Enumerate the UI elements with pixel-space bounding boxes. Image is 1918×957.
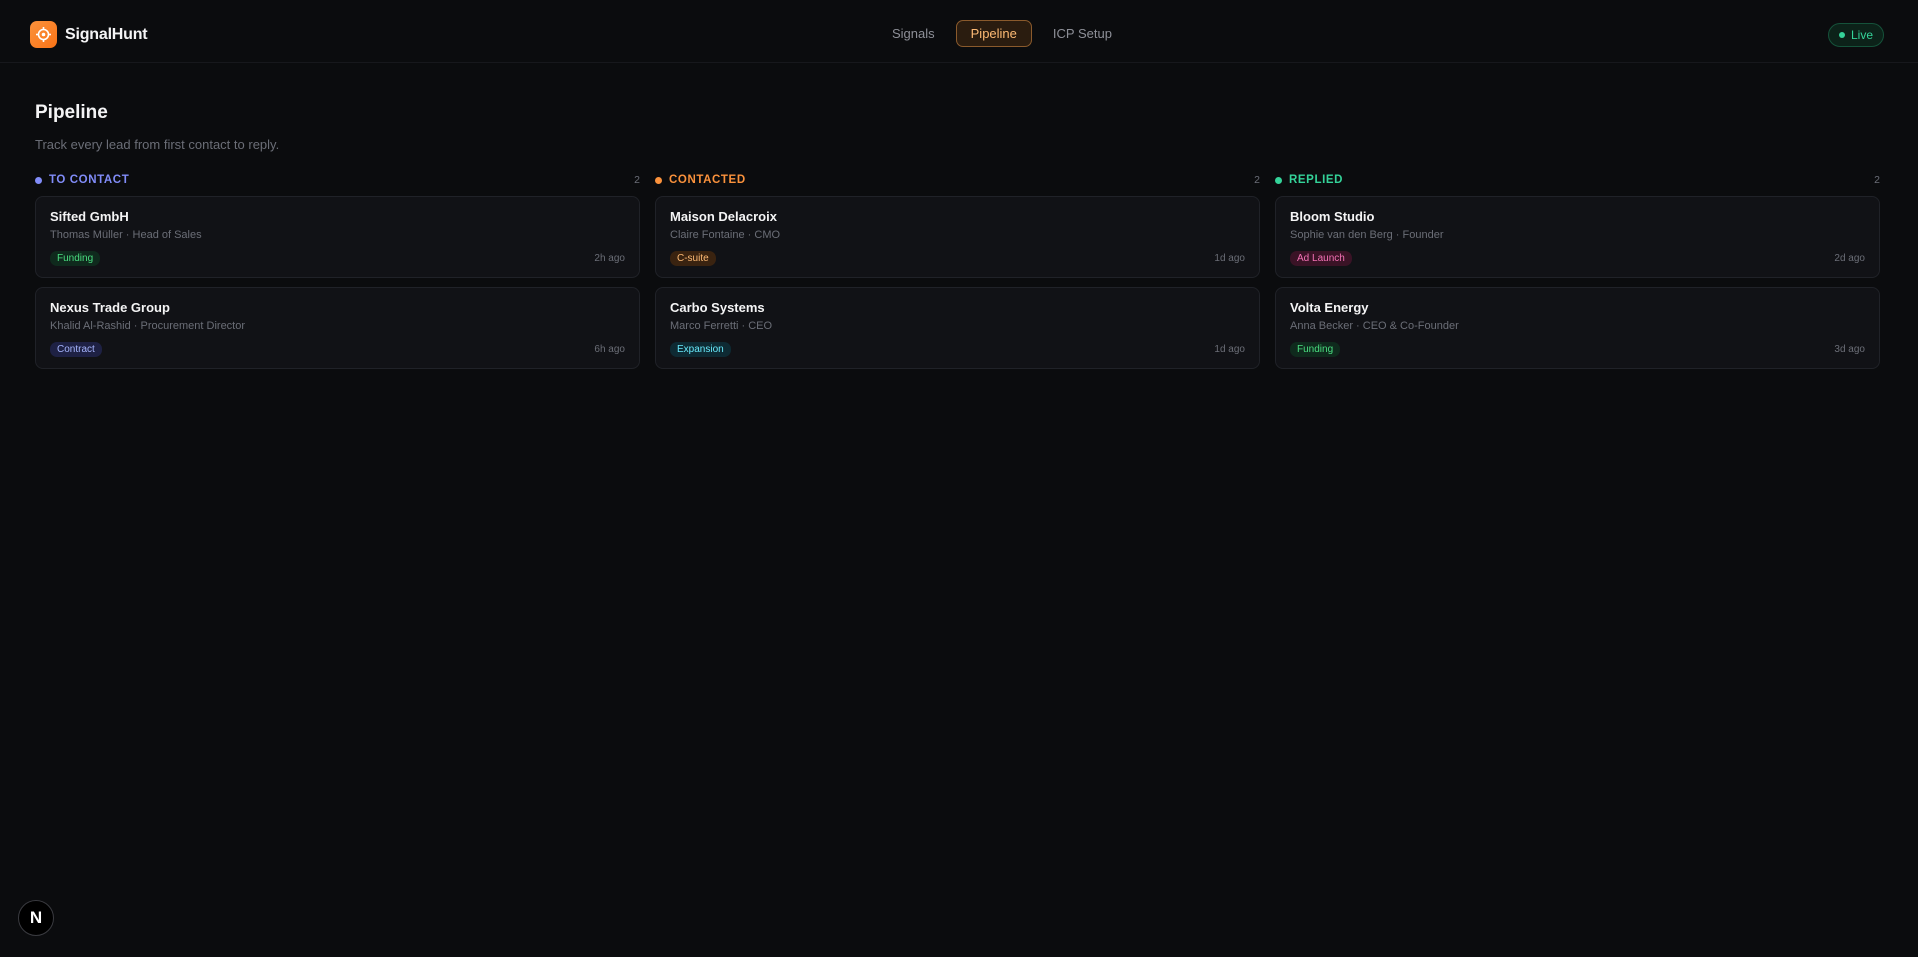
column-count: 2 [1254, 174, 1260, 186]
signal-target-icon [30, 21, 57, 48]
lead-card[interactable]: Sifted GmbH Thomas Müller · Head of Sale… [35, 196, 640, 278]
lead-card[interactable]: Carbo Systems Marco Ferretti · CEO Expan… [655, 287, 1260, 369]
brand[interactable]: SignalHunt [30, 21, 148, 48]
lead-time: 1d ago [1214, 344, 1245, 355]
lead-contact: Anna Becker · CEO & Co-Founder [1290, 320, 1459, 332]
column-count: 2 [634, 174, 640, 186]
tab-signals[interactable]: Signals [877, 20, 950, 47]
lead-company: Maison Delacroix [670, 209, 777, 224]
lead-company: Carbo Systems [670, 300, 765, 315]
page-subtitle: Track every lead from first contact to r… [35, 137, 280, 152]
lead-time: 6h ago [594, 344, 625, 355]
lead-card[interactable]: Volta Energy Anna Becker · CEO & Co-Foun… [1275, 287, 1880, 369]
page-title: Pipeline [35, 102, 108, 123]
lead-time: 3d ago [1834, 344, 1865, 355]
lead-company: Volta Energy [1290, 300, 1369, 315]
lead-contact: Marco Ferretti · CEO [670, 320, 773, 332]
tab-icp-setup[interactable]: ICP Setup [1038, 20, 1127, 47]
signal-tag: Contract [50, 342, 102, 357]
column-replied: REPLIED 2 Bloom Studio Sophie van den Be… [1275, 174, 1880, 378]
column-header: REPLIED 2 [1275, 174, 1880, 186]
signal-tag: Funding [1290, 342, 1341, 357]
column-contacted: CONTACTED 2 Maison Delacroix Claire Font… [655, 174, 1260, 378]
column-count: 2 [1874, 174, 1880, 186]
live-status-label: Live [1850, 28, 1873, 42]
lead-card[interactable]: Bloom Studio Sophie van den Berg · Found… [1275, 196, 1880, 278]
column-dot-icon [35, 176, 42, 184]
lead-time: 2d ago [1834, 253, 1865, 264]
lead-contact: Khalid Al-Rashid · Procurement Director [50, 320, 246, 332]
column-to-contact: TO CONTACT 2 Sifted GmbH Thomas Müller ·… [35, 174, 640, 378]
column-title: TO CONTACT [49, 174, 130, 186]
top-bar: SignalHunt Signals Pipeline ICP Setup Li… [0, 0, 1918, 63]
lead-card[interactable]: Maison Delacroix Claire Fontaine · CMO C… [655, 196, 1260, 278]
lead-time: 2h ago [594, 253, 625, 264]
lead-contact: Thomas Müller · Head of Sales [50, 229, 202, 241]
signal-tag: Expansion [670, 342, 731, 357]
column-header: CONTACTED 2 [655, 174, 1260, 186]
column-dot-icon [1275, 176, 1282, 184]
pipeline-board: TO CONTACT 2 Sifted GmbH Thomas Müller ·… [35, 174, 1880, 378]
nextjs-dev-badge[interactable]: N [18, 900, 54, 936]
main-nav: Signals Pipeline ICP Setup [877, 20, 1127, 47]
live-dot-icon [1838, 32, 1845, 38]
lead-company: Bloom Studio [1290, 209, 1375, 224]
column-title: REPLIED [1289, 174, 1344, 186]
lead-card[interactable]: Nexus Trade Group Khalid Al-Rashid · Pro… [35, 287, 640, 369]
lead-time: 1d ago [1214, 253, 1245, 264]
brand-name: SignalHunt [65, 25, 148, 43]
signal-tag: Funding [50, 251, 101, 266]
signal-tag: Ad Launch [1290, 251, 1352, 266]
lead-company: Nexus Trade Group [50, 300, 170, 315]
live-status-badge: Live [1827, 23, 1884, 47]
lead-company: Sifted GmbH [50, 209, 129, 224]
column-title: CONTACTED [669, 174, 746, 186]
column-header: TO CONTACT 2 [35, 174, 640, 186]
column-dot-icon [655, 176, 662, 184]
lead-contact: Sophie van den Berg · Founder [1290, 229, 1444, 241]
tab-pipeline[interactable]: Pipeline [955, 20, 1032, 47]
signal-tag: C-suite [670, 251, 716, 266]
lead-contact: Claire Fontaine · CMO [670, 229, 781, 241]
